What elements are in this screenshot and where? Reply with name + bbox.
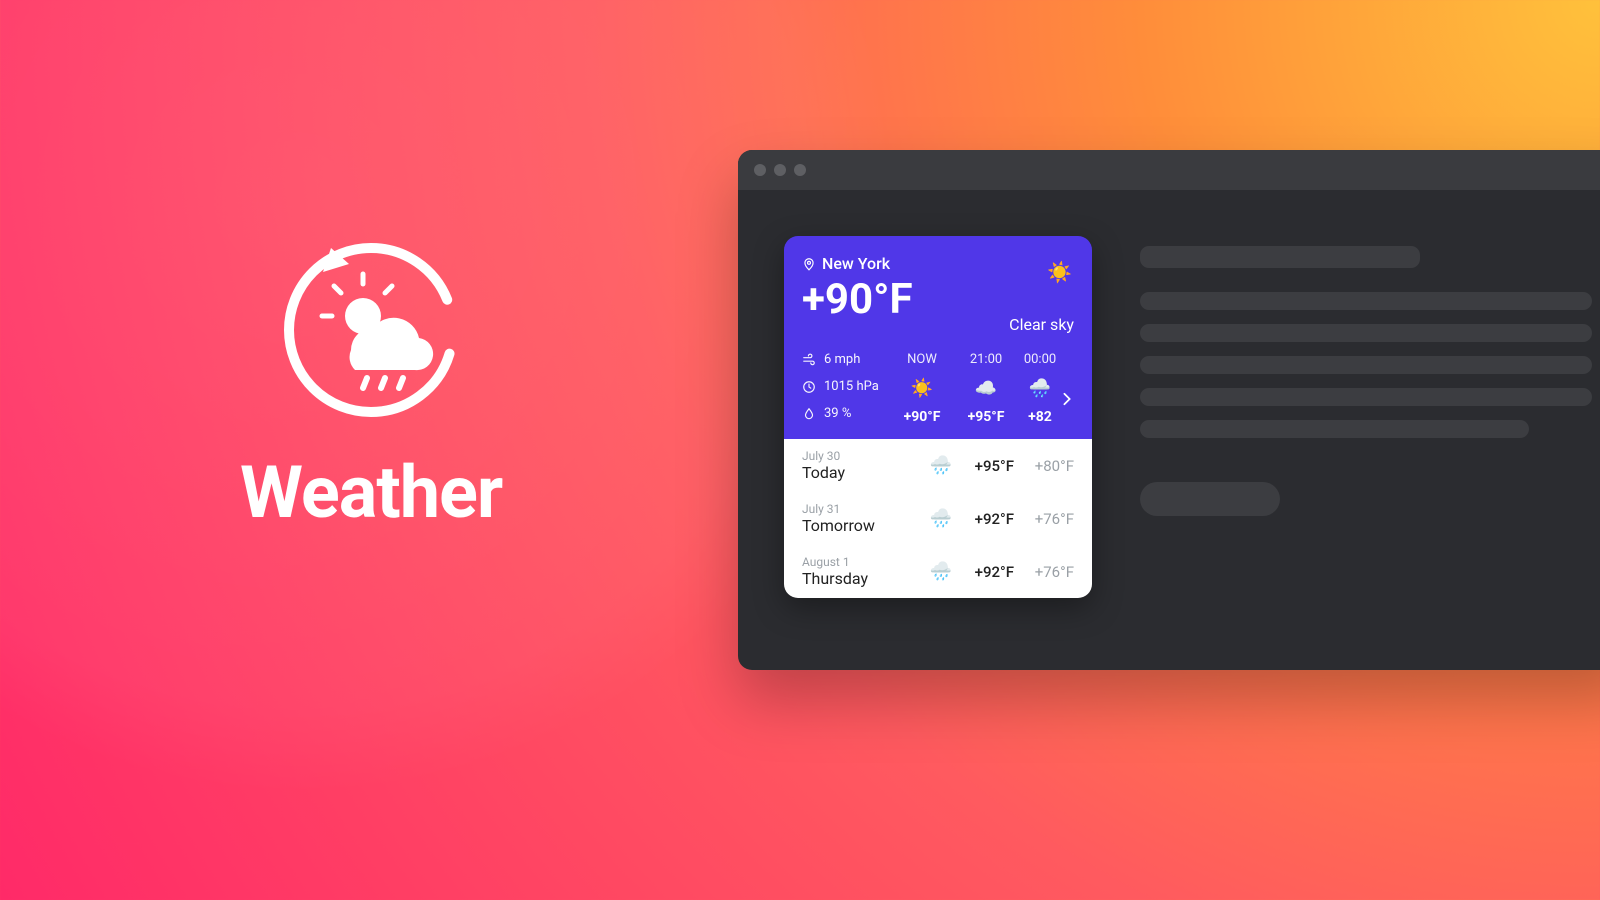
- skeleton-paragraph: [1140, 292, 1592, 438]
- sun-icon: ☀️: [911, 377, 933, 399]
- rain-cloud-icon: 🌧️: [1029, 377, 1051, 399]
- wind-value: 6 mph: [824, 352, 860, 367]
- hour-time: 00:00: [1024, 352, 1056, 367]
- day-low: +76°F: [1024, 563, 1074, 581]
- day-row[interactable]: July 31 Tomorrow 🌧️ +92°F +76°F: [784, 492, 1092, 545]
- weather-app-logo: [271, 230, 471, 430]
- day-row[interactable]: August 1 Thursday 🌧️ +92°F +76°F: [784, 545, 1092, 598]
- hour-slot: NOW ☀️ +90°F: [890, 352, 954, 425]
- skeleton-button: [1140, 482, 1280, 516]
- traffic-light-close[interactable]: [754, 164, 766, 176]
- day-low: +76°F: [1024, 510, 1074, 528]
- skeleton-line: [1140, 292, 1592, 310]
- day-low: +80°F: [1024, 457, 1074, 475]
- day-name: Tomorrow: [802, 516, 918, 535]
- pressure-metric: 1015 hPa: [802, 379, 890, 394]
- day-high: +92°F: [964, 510, 1014, 528]
- humidity-value: 39 %: [824, 406, 851, 421]
- day-date: July 30: [802, 449, 918, 463]
- hourly-forecast[interactable]: NOW ☀️ +90°F 21:00 ☁️ +95°F 00:00 🌧️: [890, 352, 1074, 425]
- hour-time: 21:00: [970, 352, 1002, 367]
- location-row[interactable]: New York: [802, 254, 1074, 273]
- hourly-next-button[interactable]: [1058, 390, 1074, 408]
- daily-forecast: July 30 Today 🌧️ +95°F +80°F July 31 Tom…: [784, 439, 1092, 598]
- skeleton-line: [1140, 388, 1592, 406]
- humidity-metric: 39 %: [802, 406, 890, 421]
- pressure-value: 1015 hPa: [824, 379, 879, 394]
- hero: Weather: [240, 230, 502, 535]
- day-name: Today: [802, 463, 918, 482]
- hour-time: NOW: [907, 352, 937, 367]
- weather-card-header: New York ☀️ +90°F Clear sky 6 mph: [784, 236, 1092, 439]
- traffic-light-zoom[interactable]: [794, 164, 806, 176]
- weather-card: New York ☀️ +90°F Clear sky 6 mph: [784, 236, 1092, 598]
- page-skeleton: [1140, 236, 1592, 598]
- location-name: New York: [822, 254, 890, 273]
- titlebar: [738, 150, 1600, 190]
- hour-temp: +90°F: [904, 409, 941, 425]
- wind-metric: 6 mph: [802, 352, 890, 367]
- wind-icon: [802, 353, 816, 367]
- day-row[interactable]: July 30 Today 🌧️ +95°F +80°F: [784, 439, 1092, 492]
- metrics-column: 6 mph 1015 hPa 39 %: [802, 352, 890, 425]
- location-pin-icon: [802, 257, 816, 271]
- traffic-light-minimize[interactable]: [774, 164, 786, 176]
- hero-title: Weather: [240, 450, 502, 535]
- day-date: August 1: [802, 555, 918, 569]
- humidity-drop-icon: [802, 407, 816, 421]
- pressure-gauge-icon: [802, 380, 816, 394]
- day-high: +95°F: [964, 457, 1014, 475]
- hour-temp: +82: [1028, 409, 1052, 425]
- window-body: New York ☀️ +90°F Clear sky 6 mph: [738, 190, 1600, 644]
- day-date: July 31: [802, 502, 918, 516]
- rain-cloud-icon: 🌧️: [928, 561, 954, 582]
- skeleton-line: [1140, 356, 1592, 374]
- hour-slot: 00:00 🌧️ +82: [1018, 352, 1062, 425]
- cloud-icon: ☁️: [975, 377, 997, 399]
- browser-window: New York ☀️ +90°F Clear sky 6 mph: [738, 150, 1600, 670]
- day-high: +92°F: [964, 563, 1014, 581]
- condition-icon: ☀️: [1047, 260, 1072, 284]
- hour-temp: +95°F: [968, 409, 1005, 425]
- skeleton-line: [1140, 420, 1529, 438]
- skeleton-title: [1140, 246, 1420, 268]
- chevron-right-icon: [1062, 392, 1072, 406]
- rain-cloud-icon: 🌧️: [928, 508, 954, 529]
- day-name: Thursday: [802, 569, 918, 588]
- hour-slot: 21:00 ☁️ +95°F: [954, 352, 1018, 425]
- skeleton-line: [1140, 324, 1592, 342]
- rain-cloud-icon: 🌧️: [928, 455, 954, 476]
